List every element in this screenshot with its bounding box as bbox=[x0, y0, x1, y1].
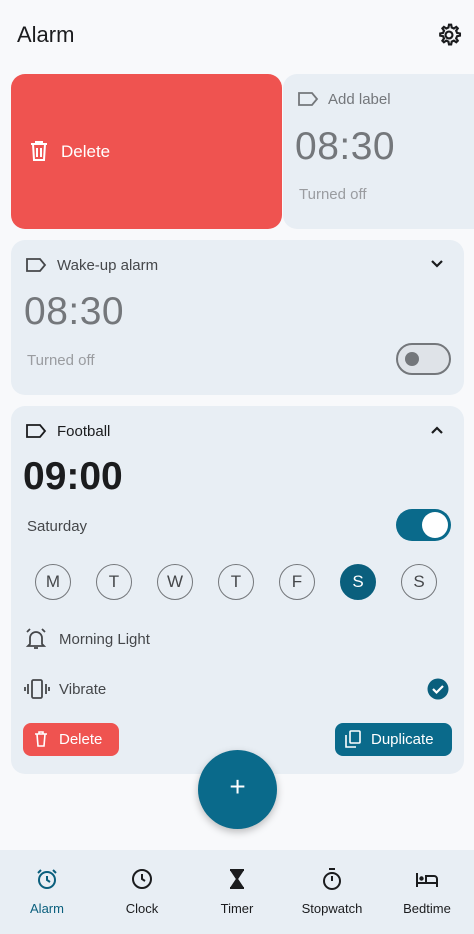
page-title: Alarm bbox=[17, 22, 75, 47]
app-bar: Alarm bbox=[0, 0, 474, 70]
day-saturday[interactable]: S bbox=[340, 564, 376, 600]
add-label-link[interactable]: Add label bbox=[328, 91, 391, 108]
vibrate-checkbox[interactable] bbox=[427, 678, 449, 700]
alarm-bell-icon bbox=[25, 628, 47, 649]
label-tag-icon bbox=[26, 424, 47, 438]
nav-label: Alarm bbox=[30, 901, 64, 916]
chevron-up-icon[interactable] bbox=[430, 425, 444, 435]
nav-item-stopwatch[interactable]: Stopwatch bbox=[285, 850, 379, 934]
swipe-delete-action[interactable] bbox=[11, 74, 282, 229]
alarm-status: Turned off bbox=[27, 352, 95, 369]
day-wednesday[interactable]: W bbox=[157, 564, 193, 600]
label-tag-icon bbox=[26, 258, 47, 272]
day-thursday[interactable]: T bbox=[218, 564, 254, 600]
alarm-sound[interactable]: Morning Light bbox=[59, 631, 150, 648]
trash-icon bbox=[31, 141, 47, 161]
day-monday[interactable]: M bbox=[35, 564, 71, 600]
stopwatch-icon bbox=[323, 868, 341, 890]
nav-item-bedtime[interactable]: Bedtime bbox=[380, 850, 474, 934]
swipe-delete-label: Delete bbox=[61, 142, 111, 161]
nav-item-alarm[interactable]: Alarm bbox=[0, 850, 94, 934]
day-friday[interactable]: F bbox=[279, 564, 315, 600]
alarm-status: Turned off bbox=[299, 186, 367, 203]
alarm-label[interactable]: Wake-up alarm bbox=[57, 257, 158, 274]
chevron-down-icon[interactable] bbox=[430, 259, 444, 269]
delete-button-label: Delete bbox=[59, 731, 103, 748]
vibrate-label: Vibrate bbox=[59, 681, 107, 698]
alarm-time[interactable]: 08:30 bbox=[24, 290, 124, 334]
clock-icon bbox=[132, 869, 152, 889]
day-sunday[interactable]: S bbox=[401, 564, 437, 600]
nav-label: Stopwatch bbox=[301, 901, 363, 916]
duplicate-button-label: Duplicate bbox=[371, 731, 434, 748]
alarm-time[interactable]: 09:00 bbox=[23, 455, 123, 499]
label-tag-icon bbox=[298, 92, 319, 106]
bottom-nav: Alarm Clock Timer Stopwatch Bedtime bbox=[0, 850, 474, 934]
toggle-knob bbox=[422, 512, 448, 538]
alarm-toggle[interactable] bbox=[396, 343, 451, 375]
plus-icon: + bbox=[229, 771, 246, 802]
nav-label: Clock bbox=[125, 901, 159, 916]
nav-item-clock[interactable]: Clock bbox=[95, 850, 189, 934]
nav-label: Timer bbox=[220, 901, 254, 916]
hourglass-icon bbox=[230, 869, 244, 889]
alarm-schedule: Saturday bbox=[27, 518, 88, 535]
nav-item-timer[interactable]: Timer bbox=[190, 850, 284, 934]
copy-icon bbox=[345, 730, 361, 748]
bed-icon bbox=[416, 873, 438, 887]
vibrate-icon bbox=[24, 679, 50, 699]
toggle-knob bbox=[405, 352, 419, 366]
alarm-toggle[interactable] bbox=[396, 509, 451, 541]
day-tuesday[interactable]: T bbox=[96, 564, 132, 600]
gear-icon[interactable] bbox=[436, 22, 462, 48]
alarm-time[interactable]: 08:30 bbox=[295, 125, 395, 169]
alarm-clock-icon bbox=[37, 869, 57, 889]
trash-icon bbox=[35, 731, 47, 747]
nav-label: Bedtime bbox=[403, 901, 451, 916]
alarm-label[interactable]: Football bbox=[57, 423, 110, 440]
